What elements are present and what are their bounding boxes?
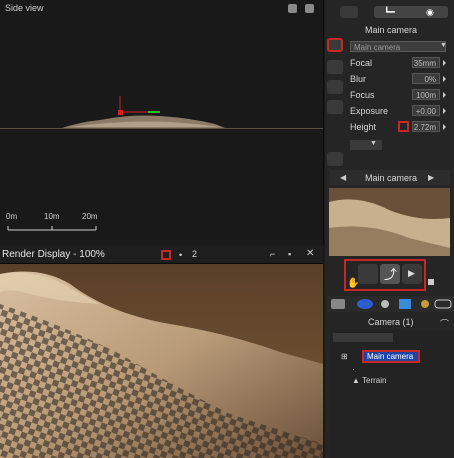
height-label: Height	[350, 122, 377, 132]
rotate-arrows-icon: ⤴	[384, 267, 398, 282]
tree-item-main-camera[interactable]: Main camera	[362, 350, 420, 363]
height-lock-button[interactable]	[398, 121, 409, 132]
dropdown-arrow-icon: ▼	[370, 140, 377, 147]
tree-item-label: Main camera	[367, 352, 414, 361]
target-button[interactable]	[327, 100, 343, 114]
render-preview-image	[0, 264, 323, 458]
render-counter: 2	[192, 249, 198, 259]
camera-tool-icon: ◉	[426, 7, 434, 17]
object-tabs-bar[interactable]	[327, 296, 454, 312]
side-view-title: Side view	[5, 3, 44, 13]
record-button[interactable]	[327, 152, 343, 166]
scale-label-20: 20m	[82, 212, 98, 221]
render-display-title: Render Display - 100%	[2, 249, 105, 260]
focus-label: Focus	[350, 90, 375, 100]
camera-preview-thumbnail	[329, 188, 450, 256]
maximize-icon[interactable]	[288, 4, 297, 13]
panel-menu-icon[interactable]: ⌒	[440, 317, 449, 330]
camera-extra-dropdown[interactable]	[350, 140, 382, 150]
focus-arrow-icon[interactable]	[443, 92, 446, 98]
scale-label-0: 0m	[6, 212, 18, 221]
next-camera-icon[interactable]: ▶	[428, 173, 434, 182]
expand-node-icon[interactable]: ⊞	[341, 352, 348, 361]
exposure-label: Exposure	[350, 106, 389, 116]
height-arrow-icon[interactable]	[443, 124, 446, 130]
camera-gizmo[interactable]	[108, 96, 168, 136]
corner-marker-icon	[428, 279, 434, 285]
render-region-button[interactable]	[161, 250, 171, 260]
focal-label: Focal	[350, 58, 373, 68]
focus-field[interactable]: 100m	[412, 89, 440, 100]
tree-filter[interactable]	[333, 333, 393, 342]
render-bullet-icon: •	[179, 250, 183, 260]
hand-icon[interactable]: ✋	[347, 278, 359, 289]
exposure-field[interactable]: +0.00	[412, 105, 440, 116]
camera-nav-title: Main camera	[365, 173, 418, 183]
close-icon[interactable]: ✕	[306, 248, 314, 259]
expand-icon[interactable]: ▪	[288, 249, 291, 259]
camera-settings-button[interactable]	[327, 38, 343, 52]
pin-icon[interactable]: ⌐	[270, 249, 275, 259]
render-settings-button[interactable]	[327, 60, 343, 74]
scale-label-10: 10m	[44, 212, 60, 221]
pan-button[interactable]	[358, 264, 378, 284]
play-icon: ▶	[408, 268, 415, 278]
blur-arrow-icon[interactable]	[443, 76, 446, 82]
camera-list-title: Camera (1)	[368, 317, 414, 327]
blur-label: Blur	[350, 74, 367, 84]
focal-field[interactable]: 35mm	[412, 57, 440, 68]
ruler-icon: ┗━	[384, 7, 395, 17]
height-field[interactable]: 2.72m	[412, 121, 440, 132]
chevron-down-icon: ▼	[440, 42, 447, 49]
brush-tool-icon[interactable]	[340, 6, 358, 18]
terrain-node-icon: ▲	[352, 376, 360, 385]
camera-select[interactable]: Main camera	[350, 41, 446, 52]
exposure-arrow-icon[interactable]	[443, 108, 446, 114]
prev-camera-icon[interactable]: ◀	[340, 173, 346, 182]
orbit-button[interactable]	[327, 80, 343, 94]
focal-arrow-icon[interactable]	[443, 60, 446, 66]
blur-field[interactable]: 0%	[412, 73, 440, 84]
render-node-icon: ·	[352, 365, 355, 374]
settings-icon[interactable]	[305, 4, 314, 13]
tree-item-terrain[interactable]: Terrain	[362, 376, 386, 385]
camera-panel-title: Main camera	[365, 25, 418, 35]
